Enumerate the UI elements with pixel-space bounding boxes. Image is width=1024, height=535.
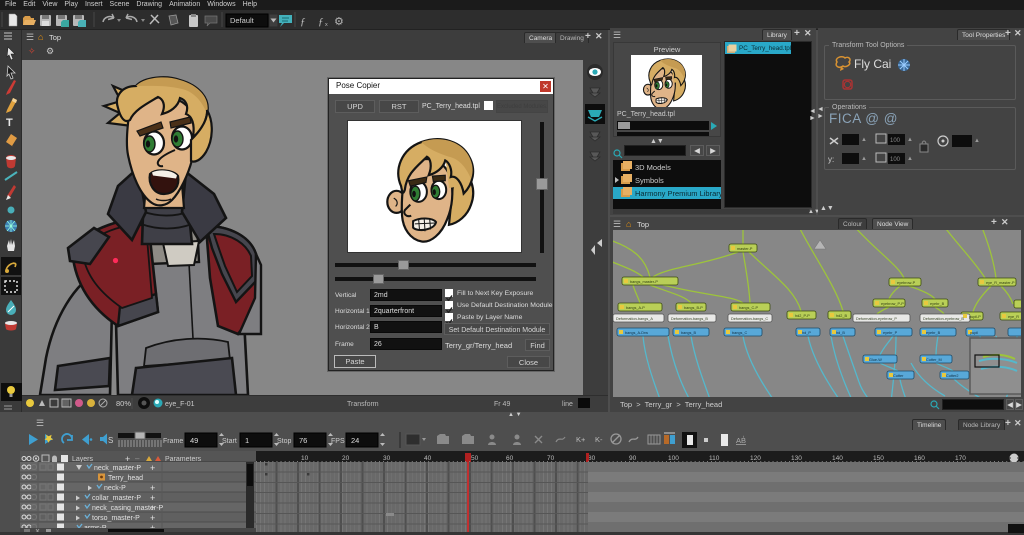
svg-text:▲: ▲	[907, 137, 913, 143]
svg-text:▲: ▲	[861, 137, 867, 143]
svg-text:Cutter2: Cutter2	[946, 374, 958, 378]
svg-text:torso_master-P: torso_master-P	[92, 515, 140, 522]
svg-text:Deformation-bangs_C: Deformation-bangs_C	[731, 317, 768, 321]
svg-text:K-: K-	[595, 435, 603, 444]
svg-text:Stop: Stop	[277, 438, 292, 445]
svg-text:+: +	[150, 483, 155, 493]
svg-text:Glue-W: Glue-W	[869, 358, 882, 362]
svg-text:76: 76	[299, 436, 307, 445]
svg-text:eye_F-01: eye_F-01	[165, 401, 195, 408]
svg-text:eyebr_B: eyebr_B	[926, 331, 941, 335]
svg-text:+: +	[150, 493, 155, 503]
svg-text:ƒ: ƒ	[300, 16, 306, 28]
svg-text:Fr 49: Fr 49	[494, 401, 510, 408]
svg-text:y:: y:	[828, 155, 834, 164]
svg-text:x: x	[325, 22, 328, 28]
svg-text:T: T	[6, 117, 13, 129]
svg-text:bangs_C: bangs_C	[732, 331, 747, 335]
svg-text:bangs_B: bangs_B	[681, 331, 696, 335]
svg-text:▲: ▲	[861, 156, 867, 162]
svg-text:Deformation-eyebrow_P: Deformation-eyebrow_P	[856, 317, 897, 321]
svg-text:eye_R: eye_R	[1008, 315, 1019, 319]
svg-text:Harmony Premium Library: Harmony Premium Library	[635, 189, 721, 198]
svg-text:pupil: pupil	[970, 331, 978, 335]
svg-text:hd2_B: hd2_B	[836, 314, 847, 318]
svg-text:Transform: Transform	[347, 401, 379, 408]
svg-text:3D Models: 3D Models	[635, 163, 671, 172]
svg-text:eyebrow-P: eyebrow-P	[897, 281, 916, 285]
svg-text:FPS: FPS	[331, 438, 345, 445]
svg-text:Deformation-eyebrow_B: Deformation-eyebrow_B	[923, 317, 964, 321]
svg-text:▲: ▲	[974, 138, 980, 144]
svg-text:bangs_C-P: bangs_C-P	[739, 306, 758, 310]
svg-text:ƒ: ƒ	[318, 16, 324, 28]
svg-text:Symbols: Symbols	[635, 176, 664, 185]
svg-text:bangs_B-P: bangs_B-P	[684, 306, 703, 310]
svg-text:100: 100	[890, 157, 901, 163]
svg-text:▲: ▲	[907, 156, 913, 162]
svg-text:Deformation-bangs_A: Deformation-bangs_A	[616, 317, 653, 321]
svg-text:1: 1	[245, 436, 249, 445]
svg-text:master-P: master-P	[737, 247, 753, 251]
svg-text:AB̒: AB̒	[736, 435, 746, 445]
svg-text:Start: Start	[222, 438, 237, 445]
svg-text:eye_R_master-P: eye_R_master-P	[986, 281, 1015, 285]
svg-text:49: 49	[190, 436, 198, 445]
svg-text:hd_B: hd_B	[836, 331, 845, 335]
svg-text:hd2_P-P: hd2_P-P	[795, 314, 810, 318]
svg-text:eyebr_B: eyebr_B	[930, 302, 945, 306]
svg-text:eyebrow_P-P: eyebrow_P-P	[881, 302, 904, 306]
svg-text:+: +	[150, 463, 155, 473]
svg-text:⚙: ⚙	[334, 16, 344, 28]
svg-text:+: +	[150, 503, 155, 513]
svg-text:Deformation-bangs_B: Deformation-bangs_B	[671, 317, 708, 321]
svg-text:eyebr_P: eyebr_P	[883, 331, 898, 335]
svg-text:80%: 80%	[116, 399, 131, 408]
svg-text:Frame: Frame	[163, 438, 183, 445]
svg-text:pupil-P: pupil-P	[969, 315, 981, 319]
svg-text:Cutter_M: Cutter_M	[926, 358, 942, 362]
svg-text:neck-P: neck-P	[104, 485, 126, 492]
svg-text:hd_P: hd_P	[802, 331, 811, 335]
svg-text:Default: Default	[230, 16, 255, 25]
svg-text:24: 24	[351, 436, 359, 445]
svg-text:bangs_A-P: bangs_A-P	[626, 306, 645, 310]
svg-text:100: 100	[890, 138, 901, 144]
svg-text:+: +	[150, 513, 155, 523]
svg-text:bangs_A-Drw: bangs_A-Drw	[625, 331, 648, 335]
svg-text:line: line	[562, 401, 573, 408]
svg-text:Cutter: Cutter	[893, 374, 904, 378]
svg-text:neck_master-P: neck_master-P	[94, 465, 141, 472]
svg-text:bangs_master-P: bangs_master-P	[630, 280, 658, 284]
svg-text:Terry_head: Terry_head	[108, 475, 143, 482]
svg-text:S: S	[108, 436, 113, 445]
svg-text:collar_master-P: collar_master-P	[92, 495, 141, 502]
svg-text:K+: K+	[576, 435, 586, 444]
